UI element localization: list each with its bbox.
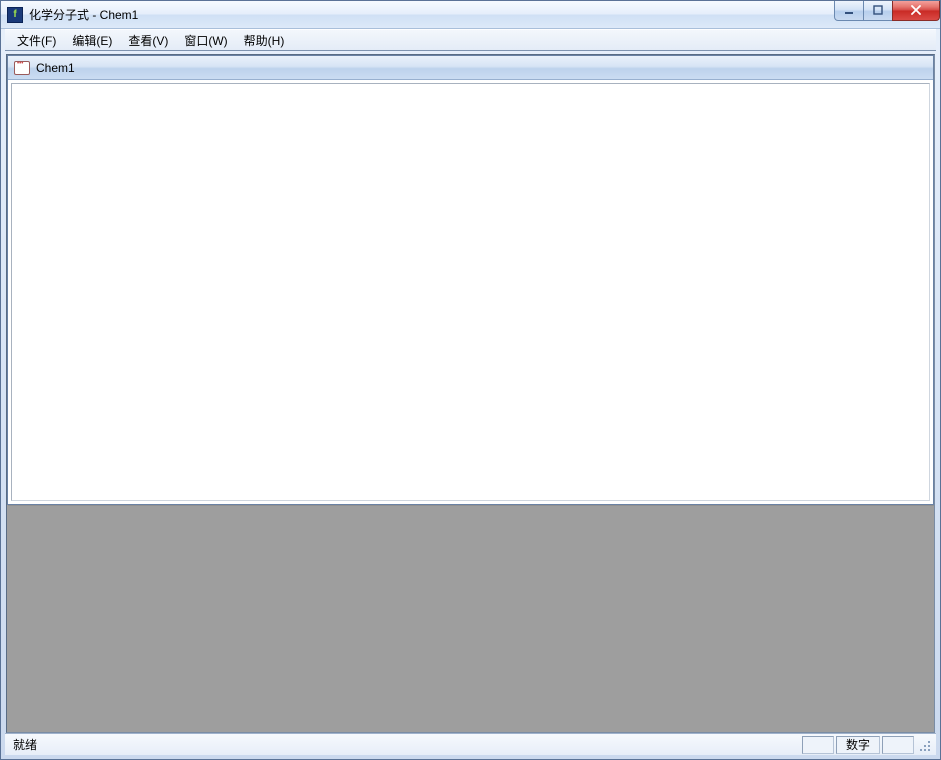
titlebar[interactable]: f 化学分子式 - Chem1 <box>1 1 940 29</box>
status-pane-scroll <box>882 736 914 754</box>
menu-window[interactable]: 窗口(W) <box>176 30 235 51</box>
app-icon: f <box>7 7 23 23</box>
document-canvas[interactable] <box>11 83 930 501</box>
close-button[interactable] <box>892 1 940 21</box>
window-title: 化学分子式 - Chem1 <box>29 6 138 23</box>
menubar: 文件(F) 编辑(E) 查看(V) 窗口(W) 帮助(H) <box>5 29 936 51</box>
status-ready: 就绪 <box>9 736 800 753</box>
statusbar: 就绪 数字 <box>5 733 936 755</box>
resize-grip[interactable] <box>916 737 932 753</box>
child-window[interactable]: Chem1 <box>7 55 934 505</box>
main-window: f 化学分子式 - Chem1 文件(F) 编辑(E) 查看(V) <box>0 0 941 760</box>
menu-file[interactable]: 文件(F) <box>9 30 64 51</box>
child-titlebar[interactable]: Chem1 <box>8 56 933 80</box>
status-pane-caps <box>802 736 834 754</box>
maximize-button[interactable] <box>863 1 893 21</box>
window-controls <box>835 1 940 21</box>
minimize-button[interactable] <box>834 1 864 21</box>
mdi-client-area[interactable]: Chem1 <box>6 54 935 733</box>
document-icon <box>14 61 30 75</box>
child-window-title: Chem1 <box>36 61 75 75</box>
menu-view[interactable]: 查看(V) <box>120 30 176 51</box>
menu-help[interactable]: 帮助(H) <box>236 30 293 51</box>
status-pane-numlock: 数字 <box>836 736 880 754</box>
menu-edit[interactable]: 编辑(E) <box>64 30 120 51</box>
